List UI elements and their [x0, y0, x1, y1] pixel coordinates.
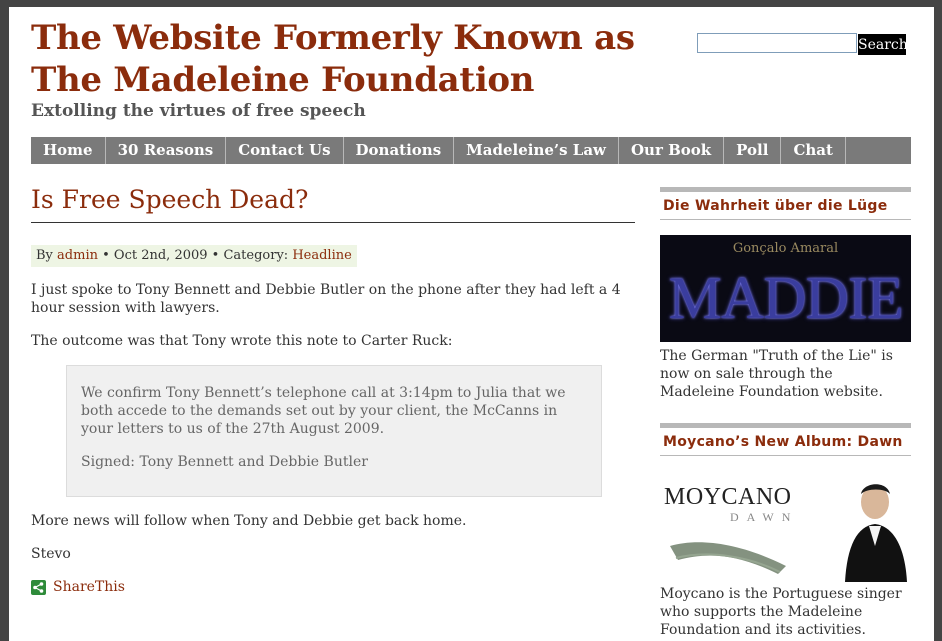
share-label[interactable]: ShareThis	[53, 578, 125, 596]
post-content: I just spoke to Tony Bennett and Debbie …	[31, 281, 635, 596]
meta-author-link[interactable]: admin	[57, 248, 98, 263]
book-cover-author: Gonçalo Amaral	[732, 241, 839, 256]
search-input[interactable]	[697, 33, 857, 53]
nav-item-contact-us[interactable]: Contact Us	[226, 137, 344, 164]
page: The Website Formerly Known as The Madele…	[9, 7, 934, 641]
main-nav: Home 30 Reasons Contact Us Donations Mad…	[31, 137, 911, 164]
meta-category-link[interactable]: Headline	[292, 248, 351, 263]
album-cover-image[interactable]: MOYCANO DAWN	[660, 476, 911, 582]
nav-item-home[interactable]: Home	[31, 137, 106, 164]
nav-item-poll[interactable]: Poll	[724, 137, 782, 164]
nav-item-chat[interactable]: Chat	[781, 137, 846, 164]
share-icon[interactable]	[31, 579, 46, 595]
book-cover-image[interactable]: Gonçalo Amaral MADDIE	[660, 235, 911, 342]
meta-date: • Oct 2nd, 2009 • Category:	[102, 248, 289, 263]
post-meta: By admin • Oct 2nd, 2009 • Category: Hea…	[31, 245, 357, 267]
widget-text-album: Moycano is the Portuguese singer who sup…	[660, 586, 902, 638]
album-cover-portrait	[845, 484, 907, 582]
post-paragraph-2: The outcome was that Tony wrote this not…	[31, 333, 453, 349]
search-button[interactable]: Search	[858, 34, 908, 55]
meta-by: By	[36, 248, 53, 263]
sidebar: Die Wahrheit über die Lüge Gonçalo Amara…	[660, 187, 911, 639]
book-cover-title: MADDIE	[668, 265, 904, 331]
quote-signature: Signed: Tony Bennett and Debbie Butler	[81, 454, 368, 470]
post-title[interactable]: Is Free Speech Dead?	[31, 185, 635, 223]
nav-item-donations[interactable]: Donations	[344, 137, 455, 164]
album-cover-swoosh	[670, 542, 786, 574]
album-cover-subtitle: DAWN	[730, 510, 799, 524]
album-cover-artist: MOYCANO	[664, 484, 792, 510]
post-paragraph-3: More news will follow when Tony and Debb…	[31, 513, 467, 529]
share-this-link[interactable]: ShareThis	[31, 578, 635, 596]
blockquote: We confirm Tony Bennett’s telephone call…	[66, 365, 602, 497]
widget-title-book: Die Wahrheit über die Lüge	[660, 187, 911, 220]
post-paragraph-1: I just spoke to Tony Bennett and Debbie …	[31, 282, 621, 316]
post-signoff: Stevo	[31, 546, 71, 562]
nav-item-madeleines-law[interactable]: Madeleine’s Law	[454, 137, 619, 164]
widget-text-book: The German "Truth of the Lie" is now on …	[660, 348, 893, 400]
site-title-line2[interactable]: The Madeleine Foundation	[31, 59, 635, 101]
nav-item-our-book[interactable]: Our Book	[619, 137, 725, 164]
site-title-line1[interactable]: The Website Formerly Known as	[31, 17, 635, 59]
tagline: Extolling the virtues of free speech	[31, 101, 366, 121]
quote-text: We confirm Tony Bennett’s telephone call…	[81, 385, 566, 437]
widget-title-album: Moycano’s New Album: Dawn	[660, 423, 911, 456]
site-title[interactable]: The Website Formerly Known as The Madele…	[31, 17, 635, 101]
nav-item-30-reasons[interactable]: 30 Reasons	[106, 137, 227, 164]
